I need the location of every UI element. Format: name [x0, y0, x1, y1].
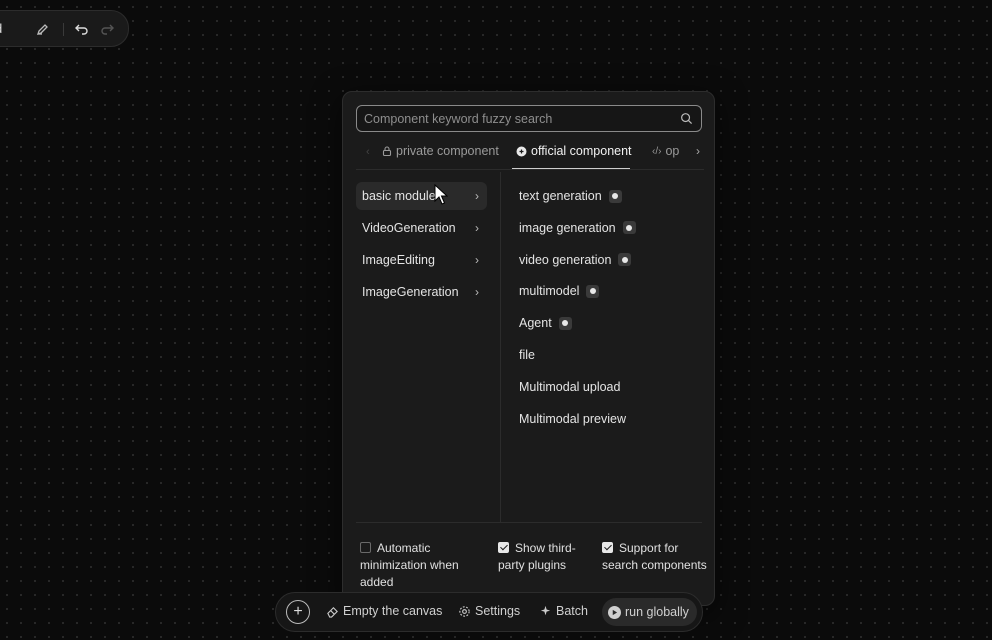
- option-label: Automatic minimization when added: [360, 541, 459, 589]
- component-multimodal-preview[interactable]: Multimodal preview: [519, 405, 699, 433]
- category-video-generation[interactable]: VideoGeneration ›: [356, 214, 487, 242]
- empty-canvas-label: Empty the canvas: [343, 604, 443, 618]
- official-badge-icon: [558, 316, 572, 330]
- category-label: VideoGeneration: [362, 221, 456, 235]
- search-input[interactable]: [364, 111, 674, 126]
- run-globally-button[interactable]: run globally: [602, 598, 697, 626]
- search-icon[interactable]: [680, 112, 693, 125]
- option-auto-minimize[interactable]: Automatic minimization when added: [360, 540, 480, 591]
- component-multimodal-upload[interactable]: Multimodal upload: [519, 373, 699, 401]
- toolbar-divider: [63, 23, 64, 36]
- component-label: multimodel: [519, 284, 580, 299]
- category-image-editing[interactable]: ImageEditing ›: [356, 246, 487, 274]
- component-multimodel[interactable]: multimodel: [519, 277, 699, 305]
- third-party-checkbox[interactable]: [498, 542, 509, 553]
- component-label: file: [519, 347, 535, 362]
- category-label: basic module: [362, 189, 436, 203]
- chevron-right-icon: ›: [475, 221, 479, 235]
- chevron-right-icon: ›: [475, 189, 479, 203]
- bottom-toolbar: + Empty the canvas Settings Batch run gl…: [275, 592, 703, 632]
- component-image-generation[interactable]: image generation: [519, 214, 699, 242]
- official-icon: [516, 146, 527, 156]
- component-tabs: ‹ private component official component ‹…: [356, 144, 704, 170]
- category-image-generation[interactable]: ImageGeneration ›: [356, 278, 487, 306]
- component-file[interactable]: file: [519, 341, 699, 369]
- batch-label: Batch: [556, 604, 588, 618]
- component-label: text generation: [519, 189, 602, 203]
- chevron-right-icon: ›: [475, 285, 479, 299]
- auto-minimize-checkbox[interactable]: [360, 542, 371, 553]
- plus-icon: +: [293, 603, 303, 620]
- option-third-party[interactable]: Show third-party plugins: [498, 540, 588, 574]
- component-video-generation[interactable]: video generation: [519, 246, 699, 274]
- top-toolbar-label[interactable]: d: [0, 21, 2, 36]
- tabs-scroll-left-icon[interactable]: ‹: [366, 146, 370, 158]
- component-label: Agent: [519, 316, 552, 331]
- component-agent[interactable]: Agent: [519, 309, 699, 337]
- official-badge-icon: [586, 284, 600, 298]
- chevron-right-icon: ›: [475, 253, 479, 267]
- tab-private-component[interactable]: private component: [382, 144, 499, 158]
- footer-divider: [356, 522, 702, 523]
- empty-canvas-button[interactable]: Empty the canvas: [326, 604, 442, 618]
- tab-open-component[interactable]: ‹/› op: [652, 144, 679, 158]
- search-components-checkbox[interactable]: [602, 542, 613, 553]
- tab-private-label: private component: [396, 144, 499, 158]
- settings-button[interactable]: Settings: [458, 604, 520, 618]
- sparkle-icon: [540, 605, 551, 615]
- play-icon: [608, 605, 621, 619]
- component-text-generation[interactable]: text generation: [519, 182, 699, 210]
- tabs-divider: [356, 169, 704, 170]
- tab-official-label: official component: [531, 144, 632, 158]
- component-label: video generation: [519, 252, 612, 267]
- tabs-scroll-right-icon[interactable]: ›: [696, 144, 700, 158]
- category-basic-module[interactable]: basic module ›: [356, 182, 487, 210]
- lock-icon: [382, 146, 392, 156]
- tab-open-label: op: [665, 144, 680, 158]
- component-label: Multimodal preview: [519, 411, 626, 426]
- settings-label: Settings: [475, 604, 521, 618]
- batch-button[interactable]: Batch: [539, 604, 588, 618]
- option-label: Show third-party plugins: [498, 541, 576, 572]
- add-node-button[interactable]: +: [286, 600, 310, 624]
- category-list: basic module › VideoGeneration › ImageEd…: [356, 182, 487, 310]
- column-divider: [500, 172, 501, 522]
- official-badge-icon: [622, 221, 636, 235]
- component-list: text generation image generation video g…: [519, 182, 699, 436]
- mouse-cursor-icon: [434, 184, 448, 205]
- gear-icon: [459, 605, 470, 617]
- component-label: image generation: [519, 220, 616, 235]
- top-toolbar: d: [0, 10, 129, 47]
- undo-icon[interactable]: [74, 21, 90, 37]
- tab-official-component[interactable]: official component: [516, 144, 632, 158]
- option-label: Support for search components: [602, 541, 707, 572]
- run-globally-label: run globally: [625, 605, 689, 619]
- option-search-components[interactable]: Support for search components: [602, 540, 707, 574]
- category-label: ImageGeneration: [362, 285, 459, 299]
- component-panel: ‹ private component official component ‹…: [342, 91, 715, 606]
- component-label: Multimodal upload: [519, 379, 621, 394]
- official-badge-icon: [618, 253, 632, 267]
- code-icon: ‹/›: [652, 145, 662, 157]
- redo-icon[interactable]: [99, 21, 115, 37]
- search-box[interactable]: [356, 105, 702, 132]
- eraser-icon: [327, 606, 338, 618]
- pencil-icon[interactable]: [35, 21, 51, 37]
- official-badge-icon: [608, 189, 622, 203]
- category-label: ImageEditing: [362, 253, 435, 267]
